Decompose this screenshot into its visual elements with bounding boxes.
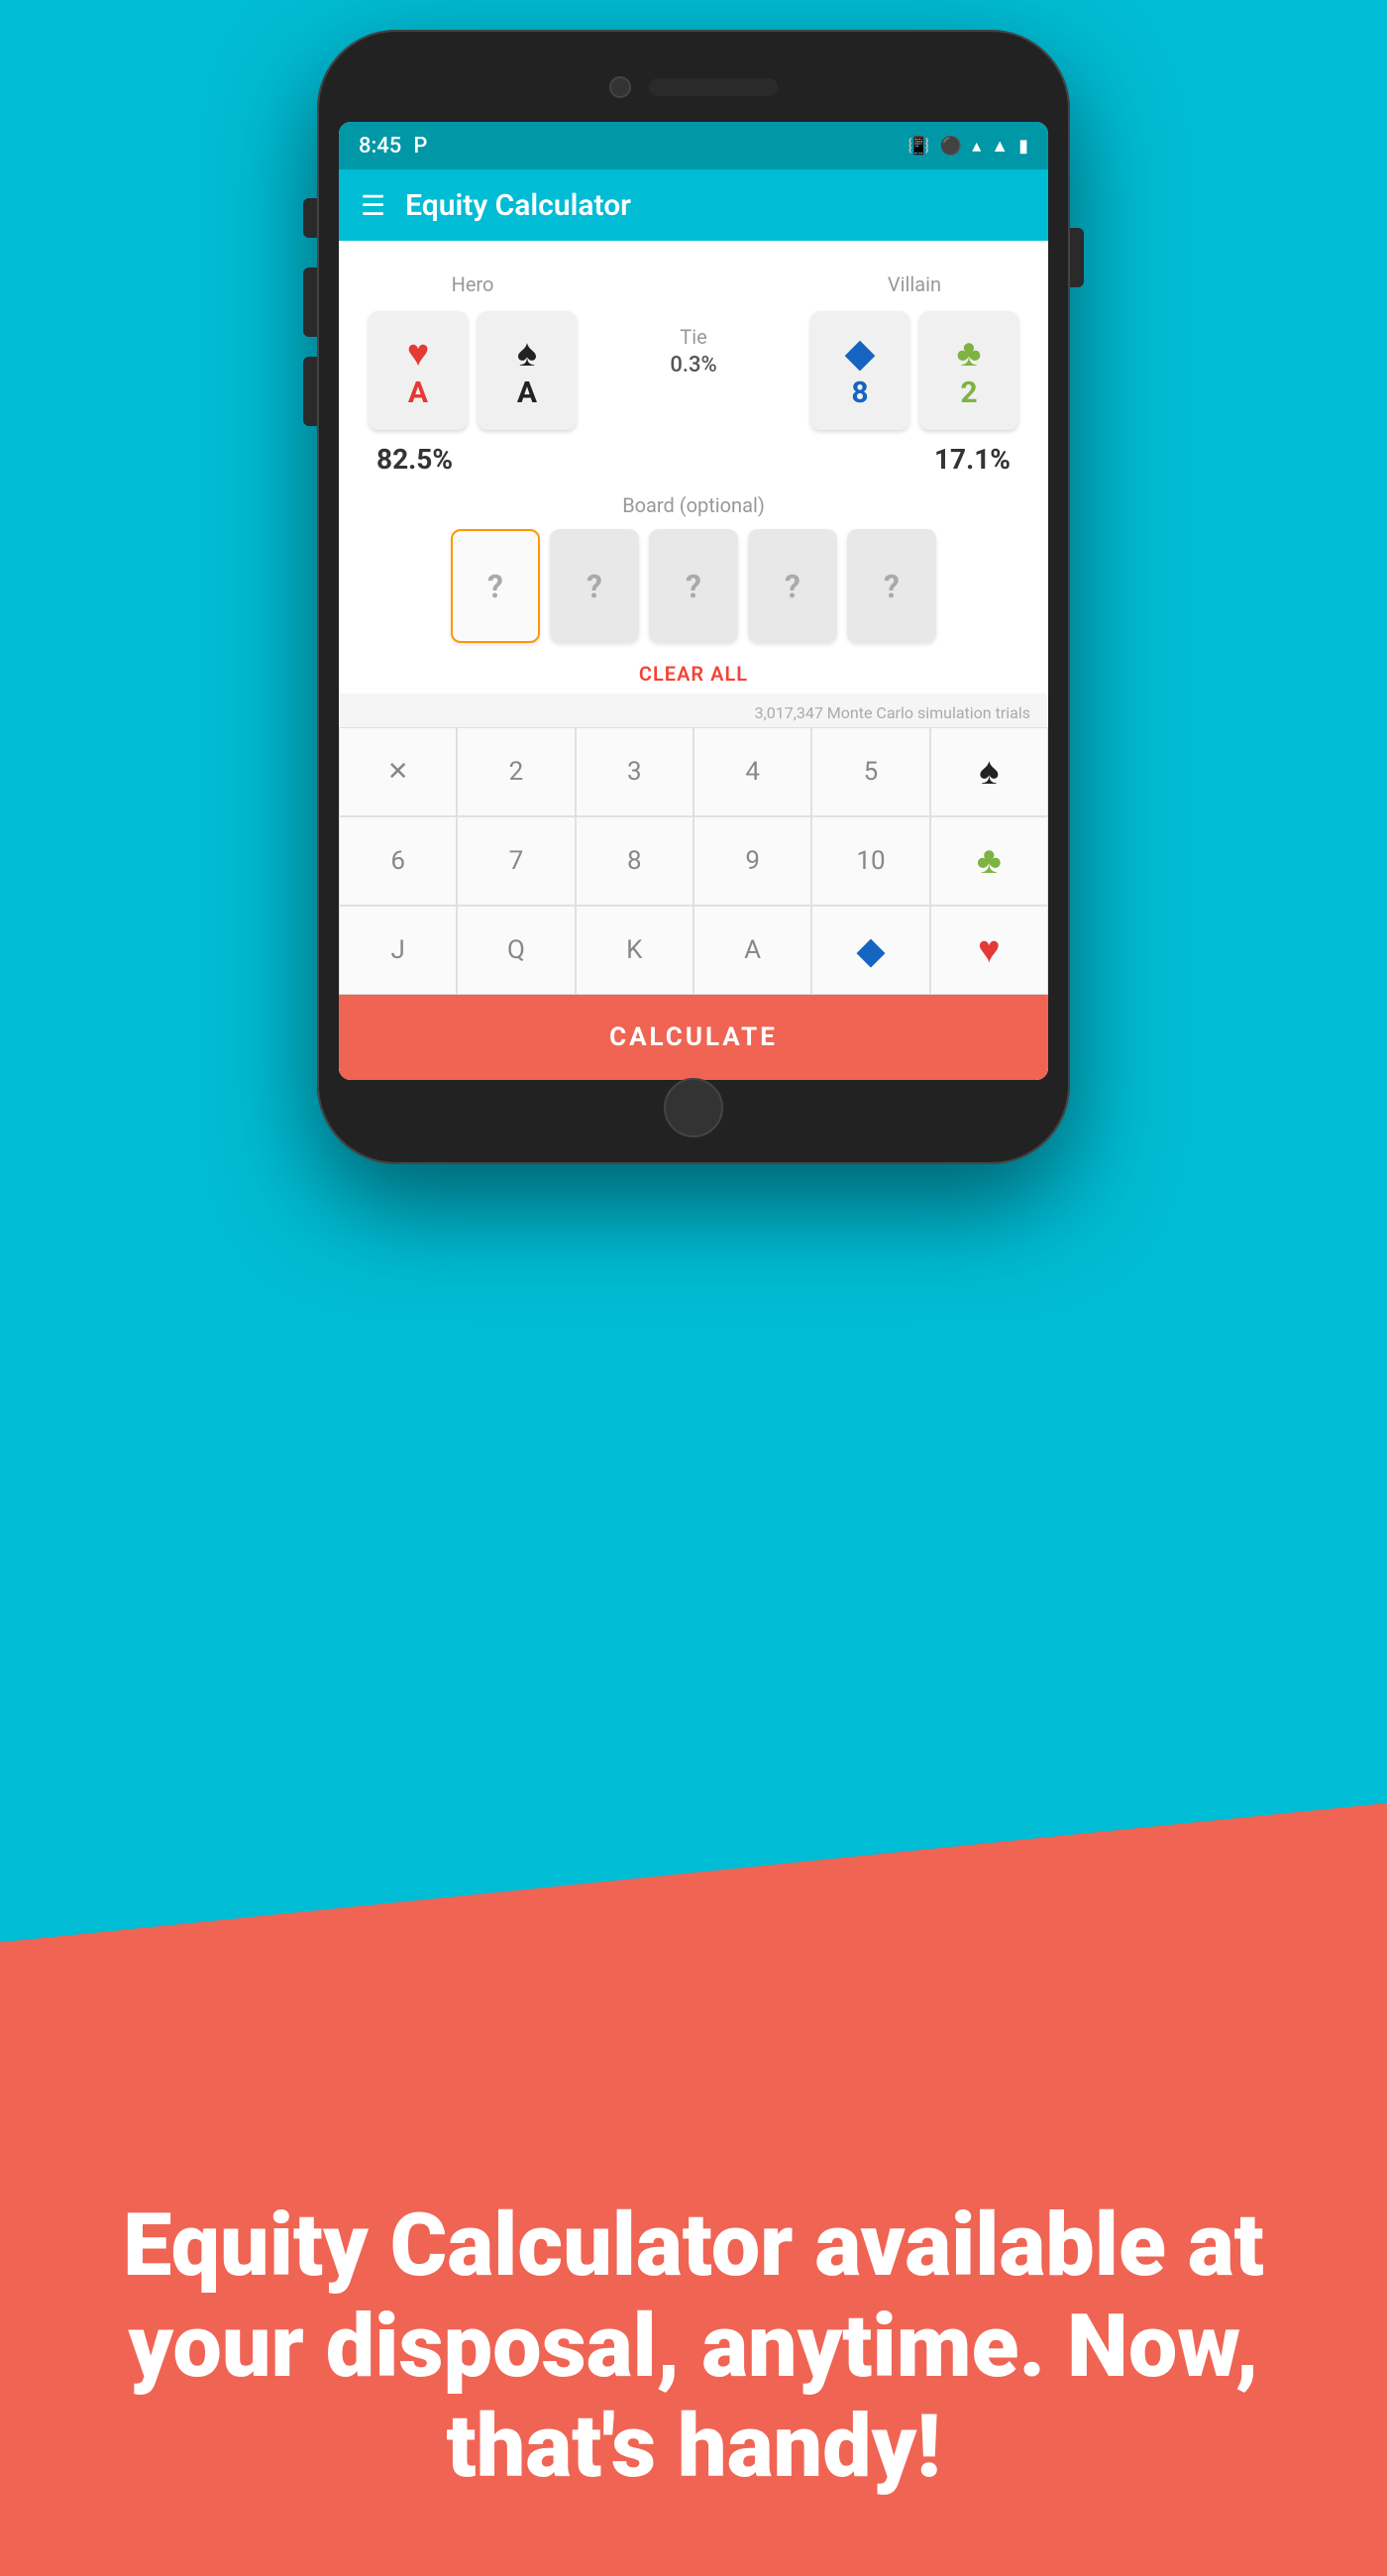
power-button <box>1070 228 1084 287</box>
equity-row: 82.5% 17.1% <box>359 435 1028 483</box>
board-card-1[interactable]: ? <box>451 529 540 643</box>
phone-device: 8:45 P 📳 ⚫ ▴ ▲ ▮ ☰ Equity Calculator <box>317 30 1070 1164</box>
clear-all-button[interactable]: CLEAR ALL <box>359 648 1028 694</box>
villain-card-2[interactable]: ♣ 2 <box>919 311 1018 430</box>
key-club[interactable]: ♣ <box>930 816 1048 906</box>
app-bar: ☰ Equity Calculator <box>339 169 1048 241</box>
main-content: Hero ♥ A ♠ A <box>339 241 1048 694</box>
hero-cards: ♥ A ♠ A <box>369 311 577 430</box>
board-card-5[interactable]: ? <box>847 529 936 643</box>
volume-down-button <box>303 357 317 426</box>
hero-card-1-rank: A <box>408 376 428 410</box>
volume-silent-button <box>303 198 317 238</box>
calculate-button[interactable]: CALCULATE <box>339 995 1048 1080</box>
minus-circle-icon: ⚫ <box>940 136 962 157</box>
key-4[interactable]: 4 <box>694 727 811 816</box>
board-card-2[interactable]: ? <box>550 529 639 643</box>
vibrate-icon: 📳 <box>907 136 929 157</box>
villain-group: Villain ◆ 8 ♣ 2 <box>810 272 1018 430</box>
key-9[interactable]: 9 <box>694 816 811 906</box>
clock-display: 8:45 <box>359 134 401 159</box>
simulation-info: 3,017,347 Monte Carlo simulation trials <box>339 694 1048 727</box>
board-card-3[interactable]: ? <box>649 529 738 643</box>
front-camera <box>609 76 631 98</box>
app-title: Equity Calculator <box>405 188 631 223</box>
hero-equity: 82.5% <box>376 443 453 476</box>
key-5[interactable]: 5 <box>811 727 929 816</box>
signal-icon: ▲ <box>991 136 1009 157</box>
key-3[interactable]: 3 <box>576 727 694 816</box>
hero-card-2-rank: A <box>517 376 537 410</box>
villain-card-1-rank: 8 <box>851 376 868 410</box>
status-left: 8:45 P <box>359 134 427 159</box>
villain-label: Villain <box>888 272 941 296</box>
key-10[interactable]: 10 <box>811 816 929 906</box>
key-8[interactable]: 8 <box>576 816 694 906</box>
board-card-4[interactable]: ? <box>748 529 837 643</box>
promo-text: Equity Calculator available at your disp… <box>0 2196 1387 2497</box>
status-bar: 8:45 P 📳 ⚫ ▴ ▲ ▮ <box>339 122 1048 169</box>
villain-cards: ◆ 8 ♣ 2 <box>810 311 1018 430</box>
key-7[interactable]: 7 <box>457 816 575 906</box>
diamond-suit-icon: ◆ <box>845 331 874 376</box>
spade-suit-icon: ♠ <box>517 332 537 376</box>
keypad-area: 3,017,347 Monte Carlo simulation trials … <box>339 694 1048 1080</box>
key-x[interactable]: ✕ <box>339 727 457 816</box>
status-right: 📳 ⚫ ▴ ▲ ▮ <box>907 136 1028 157</box>
villain-card-1[interactable]: ◆ 8 <box>810 311 909 430</box>
volume-up-button <box>303 268 317 337</box>
phone-bottom-bezel <box>339 1080 1048 1134</box>
hero-label: Hero <box>452 272 494 296</box>
tie-value: 0.3% <box>670 353 716 377</box>
app-indicator: P <box>413 134 427 159</box>
tie-label: Tie <box>680 325 706 349</box>
phone-top-bezel <box>339 59 1048 114</box>
wifi-icon: ▴ <box>972 136 981 157</box>
board-label: Board (optional) <box>369 493 1018 517</box>
phone-shell: 8:45 P 📳 ⚫ ▴ ▲ ▮ ☰ Equity Calculator <box>317 30 1070 1164</box>
phone-screen: 8:45 P 📳 ⚫ ▴ ▲ ▮ ☰ Equity Calculator <box>339 122 1048 1080</box>
key-2[interactable]: 2 <box>457 727 575 816</box>
key-k[interactable]: K <box>576 906 694 995</box>
keypad-grid: ✕ 2 3 4 5 ♠ 6 7 8 9 10 <box>339 727 1048 995</box>
villain-equity: 17.1% <box>934 443 1011 476</box>
hero-card-2[interactable]: ♠ A <box>478 311 577 430</box>
key-diamond[interactable]: ◆ <box>811 906 929 995</box>
key-j[interactable]: J <box>339 906 457 995</box>
key-a[interactable]: A <box>694 906 811 995</box>
board-cards: ? ? ? ? ? <box>369 529 1018 643</box>
key-6[interactable]: 6 <box>339 816 457 906</box>
key-spade[interactable]: ♠ <box>930 727 1048 816</box>
cards-section: Hero ♥ A ♠ A <box>359 263 1028 435</box>
tie-section: Tie 0.3% <box>670 325 716 377</box>
home-button[interactable] <box>664 1078 723 1137</box>
key-q[interactable]: Q <box>457 906 575 995</box>
club-suit-icon: ♣ <box>957 332 982 376</box>
earpiece-speaker <box>649 78 778 96</box>
heart-suit-icon: ♥ <box>407 332 430 376</box>
menu-icon[interactable]: ☰ <box>361 189 383 222</box>
board-section: Board (optional) ? ? ? ? ? <box>359 483 1028 648</box>
key-heart[interactable]: ♥ <box>930 906 1048 995</box>
hero-group: Hero ♥ A ♠ A <box>369 272 577 430</box>
battery-icon: ▮ <box>1018 136 1028 157</box>
hero-card-1[interactable]: ♥ A <box>369 311 468 430</box>
villain-card-2-rank: 2 <box>960 376 977 410</box>
